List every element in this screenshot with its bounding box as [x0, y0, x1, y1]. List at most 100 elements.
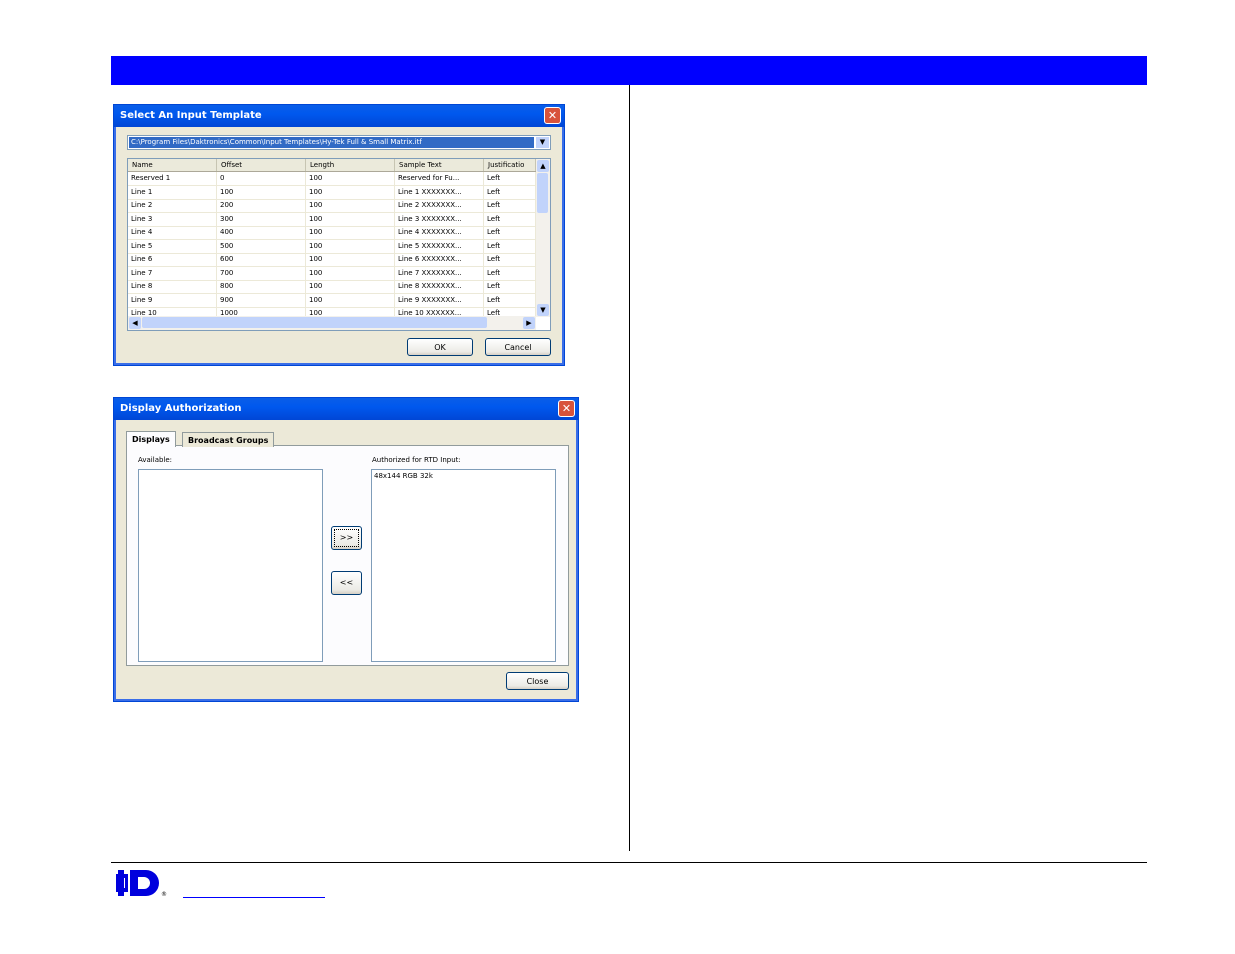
table-cell: 900 [217, 293, 306, 307]
column-header-justification[interactable]: Justificatio [484, 159, 536, 171]
table-cell: Line 9 XXXXXXX... [395, 293, 484, 307]
table-cell: 400 [217, 226, 306, 239]
header-bar [111, 56, 1147, 85]
table-row[interactable]: Line 8 800 100 Line 8 XXXXXXX... Left [128, 280, 536, 294]
table-cell: Line 3 [128, 212, 217, 226]
template-path-value: C:\Program Files\Daktronics\Common\Input… [129, 137, 534, 148]
table-cell: Left [484, 226, 536, 239]
list-item[interactable]: 48x144 RGB 32k [374, 472, 433, 480]
table-cell: Line 5 [128, 239, 217, 253]
table-cell: Line 4 [128, 226, 217, 239]
table-cell: Reserved 1 [128, 172, 217, 185]
table-cell: Line 7 XXXXXXX... [395, 266, 484, 280]
table-cell: Line 6 [128, 253, 217, 266]
table-cell: Line 1 [128, 185, 217, 199]
table-cell: Left [484, 172, 536, 185]
horizontal-scrollbar[interactable]: ◀ ▶ [128, 316, 536, 330]
column-header-offset[interactable]: Offset [217, 159, 306, 171]
daktronics-logo [116, 868, 162, 902]
registered-mark: ® [161, 891, 167, 898]
column-header-name[interactable]: Name [128, 159, 217, 171]
table-row[interactable]: Line 5 500 100 Line 5 XXXXXXX... Left [128, 239, 536, 254]
column-header-length[interactable]: Length [306, 159, 395, 171]
scroll-right-icon[interactable]: ▶ [523, 317, 535, 329]
footer-link-underline[interactable] [183, 897, 325, 898]
dialog-titlebar: Display Authorization [114, 398, 578, 420]
table-cell: Left [484, 266, 536, 280]
tab-panel: Available: Authorized for RTD Input: 48x… [126, 445, 569, 666]
dialog-title: Select An Input Template [120, 110, 262, 121]
column-header-sample-text[interactable]: Sample Text [395, 159, 484, 171]
remove-button[interactable]: << [331, 571, 362, 595]
footer-rule [111, 862, 1147, 863]
table-cell: Line 9 [128, 293, 217, 307]
vertical-scrollbar[interactable]: ▲ ▼ [536, 159, 550, 317]
table-cell: Left [484, 239, 536, 253]
table-header: Name Offset Length Sample Text Justifica… [128, 159, 536, 172]
available-list[interactable] [138, 469, 323, 662]
table-cell: Left [484, 199, 536, 212]
table-cell: 100 [306, 239, 395, 253]
close-button[interactable]: Close [506, 672, 569, 690]
table-row[interactable]: Line 1 100 100 Line 1 XXXXXXX... Left [128, 185, 536, 200]
add-button[interactable]: >> [331, 526, 362, 550]
table-row[interactable]: Line 6 600 100 Line 6 XXXXXXX... Left [128, 253, 536, 267]
table-cell: 100 [217, 185, 306, 199]
table-row[interactable]: Line 3 300 100 Line 3 XXXXXXX... Left [128, 212, 536, 227]
table-row[interactable]: Line 2 200 100 Line 2 XXXXXXX... Left [128, 199, 536, 213]
table-cell: Line 8 [128, 280, 217, 293]
column-divider [629, 85, 630, 851]
table-cell: 500 [217, 239, 306, 253]
authorized-label: Authorized for RTD Input: [372, 456, 461, 464]
ok-button[interactable]: OK [407, 338, 473, 356]
table-cell: 100 [306, 253, 395, 266]
close-icon[interactable]: ✕ [544, 107, 561, 124]
table-cell: Line 6 XXXXXXX... [395, 253, 484, 266]
template-fields-table[interactable]: Name Offset Length Sample Text Justifica… [127, 158, 551, 331]
cancel-button[interactable]: Cancel [485, 338, 551, 356]
table-cell: 300 [217, 212, 306, 226]
table-cell: 700 [217, 266, 306, 280]
table-cell: 100 [306, 226, 395, 239]
close-icon[interactable]: ✕ [558, 400, 575, 417]
table-row[interactable]: Line 4 400 100 Line 4 XXXXXXX... Left [128, 226, 536, 240]
table-cell: Line 3 XXXXXXX... [395, 212, 484, 226]
table-cell: Line 4 XXXXXXX... [395, 226, 484, 239]
table-row[interactable]: Reserved 1 0 100 Reserved for Fu... Left [128, 172, 536, 186]
table-cell: Line 2 [128, 199, 217, 212]
dialog-titlebar: Select An Input Template [114, 105, 564, 127]
table-cell: Left [484, 185, 536, 199]
table-cell: Left [484, 293, 536, 307]
horizontal-scroll-thumb[interactable] [142, 317, 487, 328]
scroll-up-icon[interactable]: ▲ [537, 160, 549, 172]
table-cell: 100 [306, 199, 395, 212]
table-cell: Line 7 [128, 266, 217, 280]
tab-displays[interactable]: Displays [126, 431, 176, 447]
table-cell: 100 [306, 280, 395, 293]
select-input-template-dialog: Select An Input Template ✕ C:\Program Fi… [113, 104, 565, 366]
table-cell: 600 [217, 253, 306, 266]
table-row[interactable]: Line 7 700 100 Line 7 XXXXXXX... Left [128, 266, 536, 281]
display-authorization-dialog: Display Authorization ✕ Available: Autho… [113, 397, 579, 702]
tab-broadcast-groups[interactable]: Broadcast Groups [182, 432, 275, 447]
table-cell: Line 1 XXXXXXX... [395, 185, 484, 199]
table-cell: 200 [217, 199, 306, 212]
table-cell: Line 2 XXXXXXX... [395, 199, 484, 212]
table-cell: 100 [306, 172, 395, 185]
table-cell: Reserved for Fu... [395, 172, 484, 185]
table-cell: 100 [306, 185, 395, 199]
table-cell: Line 8 XXXXXXX... [395, 280, 484, 293]
template-path-dropdown[interactable]: C:\Program Files\Daktronics\Common\Input… [127, 135, 551, 150]
authorized-list[interactable]: 48x144 RGB 32k [371, 469, 556, 662]
table-cell: 100 [306, 212, 395, 226]
table-cell: Left [484, 212, 536, 226]
table-cell: 0 [217, 172, 306, 185]
table-cell: Left [484, 253, 536, 266]
table-cell: Left [484, 280, 536, 293]
vertical-scroll-thumb[interactable] [537, 173, 548, 213]
chevron-down-icon[interactable]: ▼ [536, 137, 549, 148]
scroll-down-icon[interactable]: ▼ [537, 304, 549, 316]
table-row[interactable]: Line 9 900 100 Line 9 XXXXXXX... Left [128, 293, 536, 308]
dialog-title: Display Authorization [120, 403, 242, 414]
scroll-left-icon[interactable]: ◀ [129, 317, 141, 329]
